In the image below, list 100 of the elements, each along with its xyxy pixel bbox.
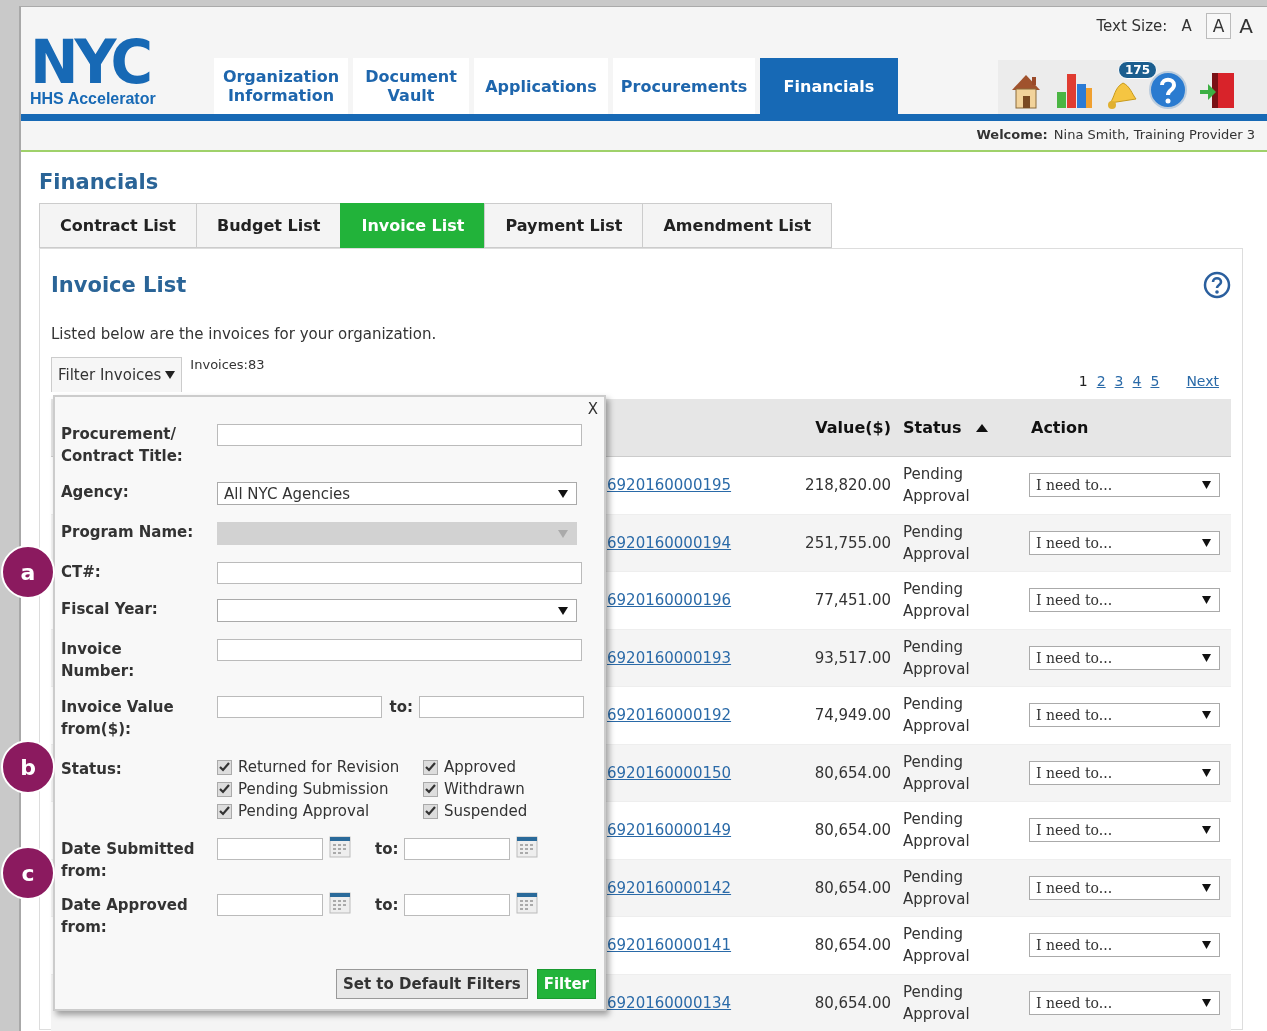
input-field[interactable] (217, 562, 582, 584)
input-field[interactable] (217, 424, 582, 446)
checkbox[interactable] (217, 803, 232, 819)
text-size-label: Text Size: (1096, 17, 1168, 35)
table-cell: 80,654.00 (814, 821, 891, 840)
help-icon[interactable] (1203, 271, 1231, 299)
action-dropdown[interactable]: I need to... (1029, 875, 1220, 900)
caret-icon[interactable] (1202, 711, 1211, 720)
checkbox[interactable] (423, 759, 438, 775)
caret-icon[interactable] (558, 489, 568, 498)
section-title: Invoice List (51, 273, 187, 297)
text-size-option[interactable]: A (1175, 15, 1198, 37)
field-label: Status: (61, 759, 123, 780)
tab[interactable]: Amendment List (642, 203, 833, 248)
action-dropdown[interactable]: I need to... (1029, 703, 1220, 728)
page-link[interactable]: 5 (1150, 373, 1160, 389)
caret-icon[interactable] (165, 371, 176, 379)
caret-icon[interactable] (558, 606, 568, 615)
nav-tab[interactable]: Financials (760, 58, 898, 114)
action-dropdown[interactable]: I need to... (1029, 645, 1220, 670)
invoice-link[interactable]: 6920160000134 (607, 993, 732, 1012)
action-dropdown[interactable]: I need to... (1029, 990, 1220, 1015)
invoice-link[interactable]: 6920160000142 (607, 878, 732, 897)
input-field[interactable] (217, 639, 582, 661)
tab[interactable]: Payment List (484, 203, 644, 248)
invoice-link[interactable]: 6920160000150 (607, 763, 732, 782)
invoice-link[interactable]: 6920160000194 (607, 533, 732, 552)
table-cell-text: Pending Approval (903, 751, 971, 795)
nav-tab[interactable]: Document Vault (353, 58, 469, 114)
date-field[interactable] (217, 838, 323, 860)
caret-icon[interactable] (1202, 826, 1211, 835)
page-link[interactable]: 4 (1132, 373, 1142, 389)
checkbox-label: Approved (444, 758, 516, 776)
action-dropdown[interactable]: I need to... (1029, 473, 1220, 498)
filter-invoices-button[interactable]: Filter Invoices (51, 357, 183, 392)
logo[interactable]: NYC (30, 32, 208, 92)
column-header[interactable]: Action (1031, 418, 1089, 437)
caret-icon[interactable] (1202, 768, 1211, 777)
action-dropdown[interactable]: I need to... (1029, 818, 1220, 843)
table-cell-text: Pending Approval (903, 636, 971, 680)
table-cell: 218,820.00 (805, 476, 891, 495)
checkbox[interactable] (217, 759, 232, 775)
caret-icon[interactable] (1202, 538, 1211, 547)
field-label: Fiscal Year: (61, 599, 159, 620)
checkbox[interactable] (423, 781, 438, 797)
field-label: Invoice Number: (61, 639, 136, 682)
checkbox-label: Suspended (444, 802, 528, 820)
action-dropdown[interactable]: I need to... (1029, 588, 1220, 613)
logo-subtitle: HHS Accelerator (30, 90, 157, 108)
text-size-option[interactable]: A (1239, 14, 1253, 38)
field-label: to: (389, 698, 413, 716)
caret-icon[interactable] (1202, 941, 1211, 950)
invoice-link[interactable]: 6920160000141 (607, 936, 732, 955)
table-cell: 93,517.00 (814, 648, 891, 667)
nav-tab[interactable]: Applications (474, 58, 608, 114)
calendar-icon[interactable] (329, 892, 351, 914)
column-header[interactable]: Status (903, 418, 962, 437)
column-header[interactable]: Value($) (815, 418, 891, 437)
page-link[interactable]: 3 (1114, 373, 1124, 389)
caret-icon[interactable] (1202, 998, 1211, 1007)
page-link[interactable]: Next (1186, 373, 1219, 389)
nav-tab[interactable]: Organization Information (214, 58, 348, 114)
caret-icon[interactable] (1202, 596, 1211, 605)
close-button[interactable]: X (587, 400, 598, 418)
date-field[interactable] (404, 838, 511, 860)
invoice-link[interactable]: 6920160000149 (607, 821, 732, 840)
checkbox-label: Withdrawn (444, 780, 525, 798)
invoice-link[interactable]: 6920160000195 (607, 476, 732, 495)
user-name: Nina Smith, Training Provider 3 (1053, 127, 1255, 142)
checkbox[interactable] (217, 781, 232, 797)
sort-ascending-icon[interactable] (975, 423, 988, 432)
date-field[interactable] (217, 894, 323, 916)
tab[interactable]: Budget List (196, 203, 342, 248)
date-field[interactable] (404, 894, 511, 916)
dropdown[interactable]: All NYC Agencies (217, 482, 577, 505)
table-cell-text: Pending Approval (903, 579, 971, 623)
reset-filters-button[interactable]: Set to Default Filters (335, 969, 528, 999)
caret-icon[interactable] (1202, 883, 1211, 892)
table-cell-text: Pending Approval (903, 981, 971, 1025)
nav-tab[interactable]: Procurements (613, 58, 755, 114)
text-size-option[interactable]: A (1205, 13, 1232, 39)
input-field[interactable] (216, 696, 382, 718)
action-dropdown[interactable]: I need to... (1029, 933, 1220, 958)
calendar-icon[interactable] (516, 836, 539, 858)
invoice-link[interactable]: 6920160000193 (607, 648, 732, 667)
action-dropdown[interactable]: I need to... (1029, 530, 1220, 555)
caret-icon[interactable] (1202, 481, 1211, 490)
input-field[interactable] (419, 696, 584, 718)
action-dropdown[interactable]: I need to... (1029, 760, 1220, 785)
caret-icon[interactable] (1202, 653, 1211, 662)
page-link[interactable]: 1 (1078, 373, 1088, 389)
invoice-link[interactable]: 6920160000196 (607, 591, 732, 610)
calendar-icon[interactable] (516, 892, 539, 914)
invoice-link[interactable]: 6920160000192 (607, 706, 732, 725)
page-link[interactable]: 2 (1096, 373, 1106, 389)
tab[interactable]: Contract List (39, 203, 197, 248)
table-cell: 80,654.00 (814, 993, 891, 1012)
calendar-icon[interactable] (329, 836, 351, 858)
checkbox[interactable] (423, 803, 438, 819)
notification-badge: 175 (1118, 61, 1158, 79)
